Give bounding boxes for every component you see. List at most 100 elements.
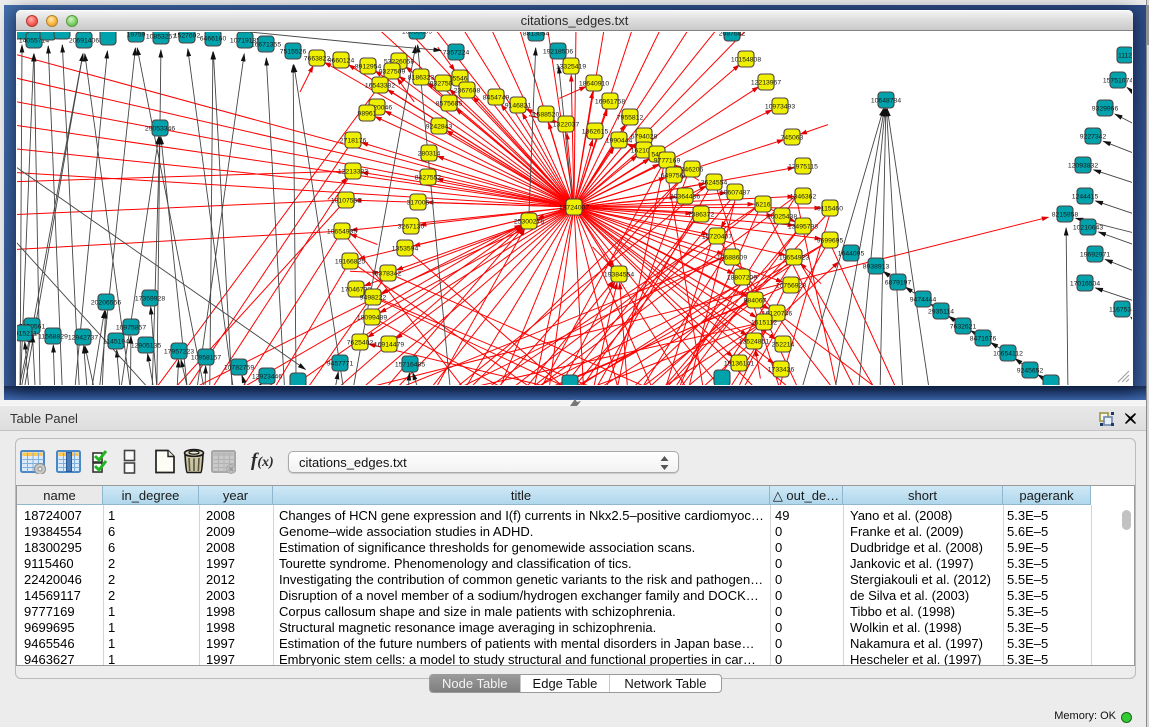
svg-text:17359928: 17359928 (135, 295, 165, 302)
svg-text:1588520: 1588520 (533, 111, 560, 118)
svg-text:1112: 1112 (1118, 52, 1132, 59)
svg-text:9115460: 9115460 (817, 205, 843, 212)
svg-text:18640910: 18640910 (579, 80, 609, 87)
svg-text:15716485: 15716485 (395, 361, 425, 368)
svg-text:5546: 5546 (452, 75, 467, 82)
svg-text:19166825: 19166825 (335, 258, 365, 265)
svg-text:16961758: 16961758 (595, 98, 625, 105)
svg-text:10782759: 10782759 (224, 364, 254, 371)
svg-text:17957223: 17957223 (164, 348, 194, 355)
svg-text:8378342: 8378342 (375, 270, 402, 277)
svg-text:9777169: 9777169 (654, 157, 681, 164)
svg-text:11568829: 11568829 (38, 333, 68, 340)
svg-text:746206: 746206 (681, 166, 704, 173)
svg-text:10025438: 10025438 (767, 213, 797, 220)
svg-text:29053346: 29053346 (145, 125, 175, 132)
svg-text:1244415: 1244415 (1072, 193, 1099, 200)
svg-text:20691406: 20691406 (69, 37, 99, 44)
svg-text:1527602: 1527602 (174, 32, 201, 39)
svg-text:12975115: 12975115 (788, 163, 818, 170)
svg-text:16671355: 16671355 (251, 41, 281, 48)
svg-text:12905135: 12905135 (131, 342, 161, 349)
svg-text:8575685: 8575685 (436, 100, 463, 107)
svg-text:10154808: 10154808 (731, 56, 761, 63)
svg-text:10756928: 10756928 (776, 282, 806, 289)
svg-text:15720407: 15720407 (702, 233, 732, 240)
svg-text:7515526: 7515526 (280, 48, 307, 55)
svg-text:3267130: 3267130 (398, 223, 425, 230)
svg-text:10973493: 10973493 (765, 103, 795, 110)
svg-text:984067: 984067 (744, 297, 767, 304)
svg-text:6794028: 6794028 (631, 133, 658, 140)
svg-text:10853257: 10853257 (146, 33, 176, 40)
svg-text:12923446: 12923446 (252, 373, 282, 380)
svg-text:2935114: 2935114 (928, 308, 954, 315)
svg-text:13524851: 13524851 (739, 338, 769, 345)
svg-text:2087682: 2087682 (719, 32, 746, 37)
svg-text:2367608: 2367608 (454, 87, 481, 94)
svg-text:1145194: 1145194 (103, 338, 129, 345)
svg-text:1990444: 1990444 (606, 137, 633, 144)
svg-text:2718176: 2718176 (340, 137, 367, 144)
svg-text:8813054: 8813054 (523, 32, 550, 37)
svg-text:1322037: 1322037 (553, 121, 580, 128)
svg-text:13495798: 13495798 (788, 223, 818, 230)
svg-text:15751074: 15751074 (1103, 77, 1132, 84)
svg-text:16914479: 16914479 (374, 341, 404, 348)
svg-text:10688609: 10688609 (717, 254, 747, 261)
svg-text:20206556: 20206556 (91, 299, 121, 306)
svg-text:6879197: 6879197 (885, 279, 912, 286)
svg-text:745063: 745063 (781, 134, 804, 141)
svg-text:10648784: 10648784 (871, 97, 901, 104)
svg-text:15136141: 15136141 (724, 360, 754, 367)
svg-text:3915211: 3915211 (17, 330, 37, 337)
svg-text:9245652: 9245652 (1017, 367, 1044, 374)
svg-text:7625402: 7625402 (347, 339, 374, 346)
svg-text:6497568: 6497568 (661, 172, 688, 179)
svg-text:1733426: 1733426 (768, 366, 795, 373)
svg-text:9699695: 9699695 (817, 237, 844, 244)
svg-text:8471676: 8471676 (970, 335, 997, 342)
svg-text:13325419: 13325419 (556, 63, 586, 70)
svg-text:9227342: 9227342 (1080, 133, 1107, 140)
svg-text:18807209: 18807209 (727, 274, 757, 281)
svg-text:10607487: 10607487 (720, 189, 750, 196)
svg-text:20364436: 20364436 (670, 193, 700, 200)
svg-text:7632621: 7632621 (950, 323, 977, 330)
svg-text:10107553: 10107553 (331, 197, 361, 204)
svg-text:9474444: 9474444 (910, 296, 937, 303)
svg-text:9146821: 9146821 (505, 102, 532, 109)
svg-text:19692971: 19692971 (1080, 251, 1110, 258)
svg-text:9242843: 9242843 (426, 123, 453, 130)
svg-text:19654923: 19654923 (779, 254, 809, 261)
svg-text:280314: 280314 (418, 150, 441, 157)
svg-text:3624554: 3624554 (701, 179, 728, 186)
svg-text:8427552: 8427552 (415, 174, 442, 181)
svg-text:16033809: 16033809 (402, 32, 432, 35)
svg-text:252214: 252214 (772, 341, 795, 348)
svg-text:8215958: 8215958 (1052, 211, 1079, 218)
svg-text:7955812: 7955812 (617, 114, 644, 121)
svg-text:7357224: 7357224 (443, 49, 470, 56)
svg-text:9660124: 9660124 (328, 57, 355, 64)
svg-text:1346362: 1346362 (790, 193, 817, 200)
svg-text:12213967: 12213967 (751, 79, 781, 86)
svg-text:6466160: 6466160 (200, 35, 227, 42)
svg-text:8912954: 8912954 (355, 63, 382, 70)
svg-text:10975857: 10975857 (116, 324, 146, 331)
svg-text:9329966: 9329966 (1092, 105, 1119, 112)
svg-text:19759: 19759 (127, 32, 146, 38)
svg-text:98961: 98961 (358, 110, 377, 117)
svg-text:10210643: 10210643 (1073, 224, 1103, 231)
svg-text:1615112: 1615112 (751, 319, 777, 326)
svg-text:9498222: 9498222 (360, 294, 387, 301)
svg-text:18724007: 18724007 (559, 204, 589, 211)
svg-text:25300275: 25300275 (514, 218, 544, 225)
svg-text:7663822: 7663822 (304, 55, 331, 62)
svg-text:12942737: 12942737 (68, 334, 98, 341)
svg-text:1362615: 1362615 (582, 128, 609, 135)
svg-text:7386372: 7386372 (688, 211, 715, 218)
svg-text:9457771: 9457771 (327, 360, 354, 367)
svg-text:9327509: 9327509 (379, 68, 406, 75)
svg-text:1167534: 1167534 (1109, 306, 1132, 313)
